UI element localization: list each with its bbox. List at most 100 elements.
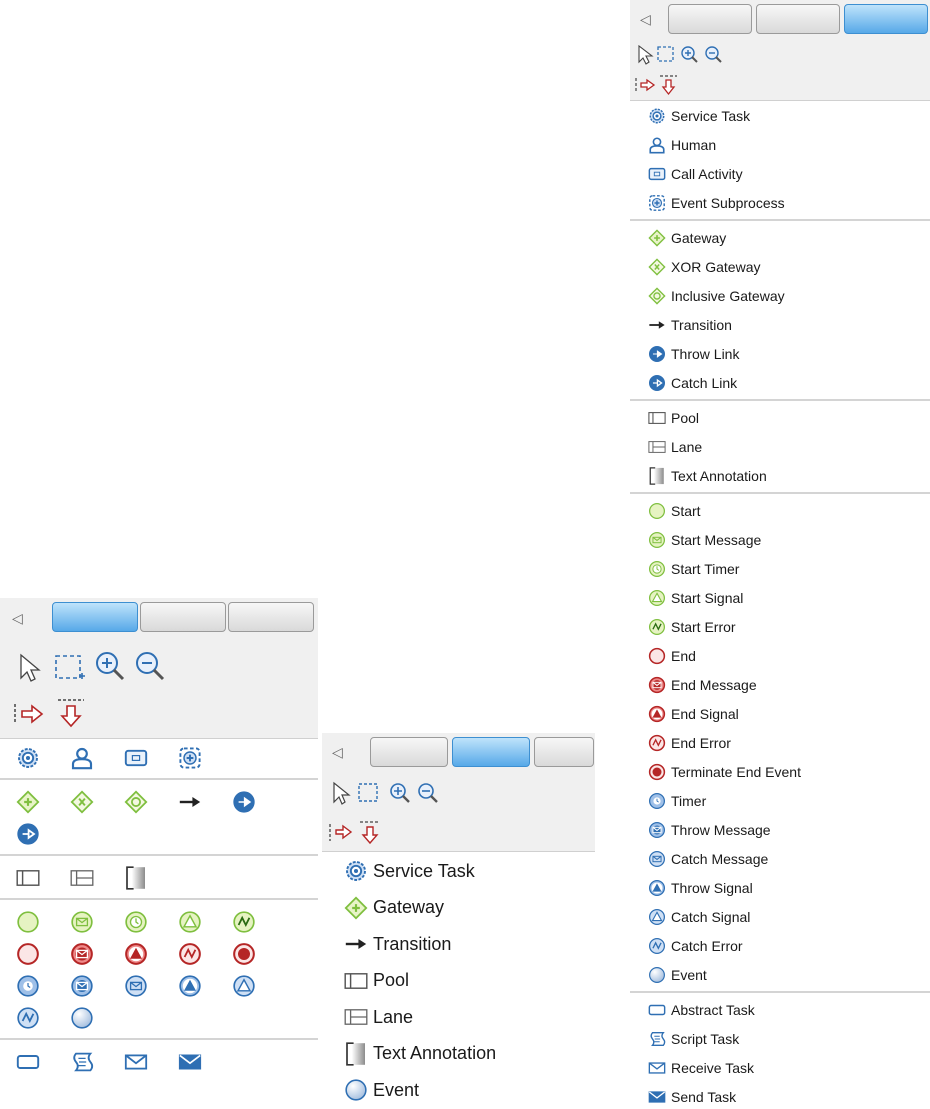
end-icon[interactable] [16,942,40,966]
palette-item-send-task[interactable]: Send Task [648,1086,736,1108]
sequence-flow-icon[interactable] [634,77,656,95]
transition-icon[interactable] [178,790,202,814]
palette-item-pool[interactable]: Pool [344,967,409,995]
palette-item-transition[interactable]: Transition [344,930,451,958]
palette-item-transition[interactable]: Transition [648,314,732,336]
palette-item-script-task[interactable]: Script Task [648,1028,739,1050]
palette-item-start-signal[interactable]: Start Signal [648,587,743,609]
timer-icon[interactable] [16,974,40,998]
palette-item-receive-task[interactable]: Receive Task [648,1057,754,1079]
end-signal-icon[interactable] [124,942,148,966]
palette-item-end-error[interactable]: End Error [648,732,731,754]
send-task-icon[interactable] [178,1050,202,1074]
palette-item-start-error[interactable]: Start Error [648,616,736,638]
palette-item-event-subprocess[interactable]: Event Subprocess [648,192,785,214]
palette-item-pool[interactable]: Pool [648,407,699,429]
palette-item-end[interactable]: End [648,645,696,667]
catch-error-icon[interactable] [16,1006,40,1030]
catch-signal-icon[interactable] [232,974,256,998]
icons-view-button[interactable] [668,4,752,34]
zoom-in-icon[interactable] [680,45,700,65]
palette-item-start[interactable]: Start [648,500,701,522]
icons-view-button[interactable] [370,737,448,767]
xor-gateway-icon[interactable] [70,790,94,814]
palette-item-abstract-task[interactable]: Abstract Task [648,999,755,1021]
palette-item-catch-error[interactable]: Catch Error [648,935,743,957]
palette-item-catch-signal[interactable]: Catch Signal [648,906,750,928]
list-view-button[interactable] [756,4,840,34]
marquee-select-icon[interactable] [656,45,676,65]
end-error-icon[interactable] [178,942,202,966]
terminate-end-icon[interactable] [232,942,256,966]
palette-item-catch-link[interactable]: Catch Link [648,372,737,394]
select-pointer-icon[interactable] [330,781,352,805]
event-icon[interactable] [70,1006,94,1030]
start-timer-icon[interactable] [124,910,148,934]
select-pointer-icon[interactable] [636,44,654,66]
gateway-icon[interactable] [16,790,40,814]
detail-view-button[interactable] [534,737,594,767]
palette-item-event[interactable]: Event [344,1076,419,1104]
script-task-icon[interactable] [70,1050,94,1074]
message-flow-icon[interactable] [56,696,88,730]
palette-item-catch-message[interactable]: Catch Message [648,848,768,870]
zoom-out-icon[interactable] [416,781,440,805]
palette-item-text-annotation[interactable]: Text Annotation [648,465,767,487]
throw-link-icon[interactable] [232,790,256,814]
sequence-flow-icon[interactable] [328,823,354,843]
select-pointer-icon[interactable] [16,652,42,682]
palette-item-start-message[interactable]: Start Message [648,529,761,551]
pool-icon[interactable] [16,866,40,890]
human-icon[interactable] [70,746,94,770]
detail-view-button[interactable] [844,4,928,34]
start-error-icon[interactable] [232,910,256,934]
collapse-icon[interactable]: ◁ [12,610,23,627]
event-subprocess-icon[interactable] [178,746,202,770]
message-flow-icon[interactable] [658,73,680,97]
palette-item-service-task[interactable]: Service Task [648,105,750,127]
throw-message-icon[interactable] [70,974,94,998]
palette-item-xor-gateway[interactable]: XOR Gateway [648,256,760,278]
start-signal-icon[interactable] [178,910,202,934]
palette-item-call-activity[interactable]: Call Activity [648,163,743,185]
marquee-select-icon[interactable] [356,781,382,805]
palette-item-lane[interactable]: Lane [648,436,702,458]
zoom-out-icon[interactable] [704,45,724,65]
palette-item-service-task[interactable]: Service Task [344,857,475,885]
list-view-button[interactable] [452,737,530,767]
message-flow-icon[interactable] [358,819,384,847]
service-task-icon[interactable] [16,746,40,770]
start-message-icon[interactable] [70,910,94,934]
zoom-in-icon[interactable] [388,781,412,805]
abstract-task-icon[interactable] [16,1050,40,1074]
call-activity-icon[interactable] [124,746,148,770]
catch-link-icon[interactable] [16,822,40,846]
throw-signal-icon[interactable] [178,974,202,998]
palette-item-timer[interactable]: Timer [648,790,706,812]
palette-item-throw-message[interactable]: Throw Message [648,819,771,841]
zoom-in-icon[interactable] [94,650,126,682]
detail-view-button[interactable] [228,602,314,632]
palette-item-human[interactable]: Human [648,134,716,156]
palette-item-gateway[interactable]: Gateway [648,227,726,249]
catch-message-icon[interactable] [124,974,148,998]
receive-task-icon[interactable] [124,1050,148,1074]
palette-item-terminate-end[interactable]: Terminate End Event [648,761,801,783]
start-icon[interactable] [16,910,40,934]
sequence-flow-icon[interactable] [12,702,46,726]
end-message-icon[interactable] [70,942,94,966]
collapse-icon[interactable]: ◁ [332,744,343,761]
palette-item-gateway[interactable]: Gateway [344,894,444,922]
palette-item-throw-link[interactable]: Throw Link [648,343,739,365]
icons-view-button[interactable] [52,602,138,632]
marquee-select-icon[interactable] [52,652,86,682]
inclusive-gateway-icon[interactable] [124,790,148,814]
palette-item-start-timer[interactable]: Start Timer [648,558,739,580]
text-annotation-icon[interactable] [124,866,148,890]
zoom-out-icon[interactable] [134,650,166,682]
palette-item-end-signal[interactable]: End Signal [648,703,739,725]
palette-item-event[interactable]: Event [648,964,707,986]
palette-item-lane[interactable]: Lane [344,1003,413,1031]
palette-item-text-annotation[interactable]: Text Annotation [344,1040,496,1068]
collapse-icon[interactable]: ◁ [640,11,651,28]
